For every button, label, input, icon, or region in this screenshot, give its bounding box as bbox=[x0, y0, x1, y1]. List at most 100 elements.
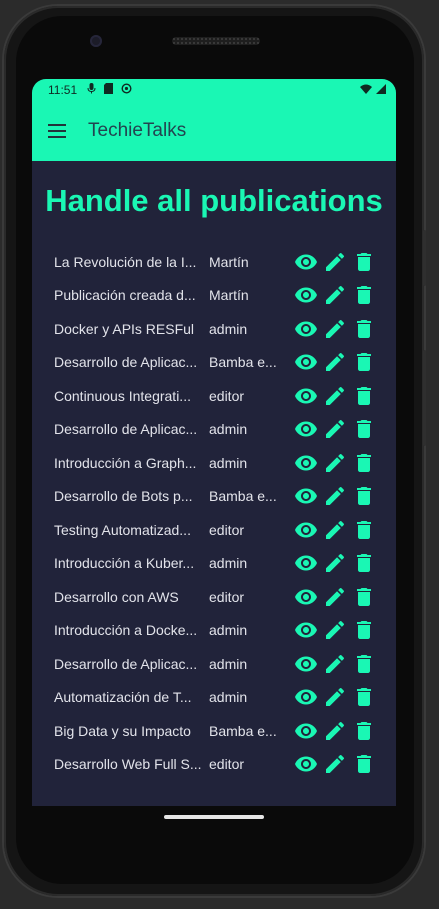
row-actions bbox=[294, 752, 376, 776]
table-row: Desarrollo de Aplicac... admin bbox=[54, 413, 396, 447]
publication-title: Big Data y su Impacto bbox=[54, 722, 191, 739]
mic-icon bbox=[87, 83, 96, 97]
eye-icon[interactable] bbox=[294, 384, 318, 408]
status-right bbox=[360, 83, 386, 97]
publication-title: La Revolución de la I... bbox=[54, 253, 197, 270]
table-row: Publicación creada d... Martín bbox=[54, 279, 396, 313]
eye-icon[interactable] bbox=[294, 417, 318, 441]
eye-icon[interactable] bbox=[294, 518, 318, 542]
publication-title: Desarrollo de Aplicac... bbox=[54, 354, 198, 371]
trash-icon[interactable] bbox=[352, 518, 376, 542]
pencil-icon[interactable] bbox=[323, 518, 347, 542]
pencil-icon[interactable] bbox=[323, 719, 347, 743]
trash-icon[interactable] bbox=[352, 350, 376, 374]
power-button bbox=[423, 350, 426, 446]
eye-icon[interactable] bbox=[294, 451, 318, 475]
trash-icon[interactable] bbox=[352, 250, 376, 274]
table-row: Introducción a Graph... admin bbox=[54, 446, 396, 480]
table-row: Automatización de T... admin bbox=[54, 681, 396, 715]
row-actions bbox=[294, 618, 376, 642]
eye-icon[interactable] bbox=[294, 350, 318, 374]
trash-icon[interactable] bbox=[352, 685, 376, 709]
pencil-icon[interactable] bbox=[323, 652, 347, 676]
app-bar: TechieTalks bbox=[32, 101, 396, 161]
publication-title: Introducción a Kuber... bbox=[54, 555, 195, 572]
publication-author: admin bbox=[209, 655, 248, 672]
pencil-icon[interactable] bbox=[323, 451, 347, 475]
pencil-icon[interactable] bbox=[323, 417, 347, 441]
trash-icon[interactable] bbox=[352, 384, 376, 408]
eye-icon[interactable] bbox=[294, 752, 318, 776]
pencil-icon[interactable] bbox=[323, 618, 347, 642]
table-row: Desarrollo Web Full S... editor bbox=[54, 748, 396, 782]
pencil-icon[interactable] bbox=[323, 585, 347, 609]
publication-title: Testing Automatizad... bbox=[54, 521, 191, 538]
publication-author: Bamba e... bbox=[209, 488, 277, 505]
pencil-icon[interactable] bbox=[323, 384, 347, 408]
publication-title: Desarrollo de Aplicac... bbox=[54, 655, 198, 672]
table-row: Introducción a Kuber... admin bbox=[54, 547, 396, 581]
publication-author: editor bbox=[209, 588, 245, 605]
publication-author: Bamba e... bbox=[209, 722, 277, 739]
trash-icon[interactable] bbox=[352, 652, 376, 676]
trash-icon[interactable] bbox=[352, 451, 376, 475]
pencil-icon[interactable] bbox=[323, 350, 347, 374]
app-title: TechieTalks bbox=[88, 120, 187, 141]
sd-card-icon bbox=[104, 83, 114, 97]
table-row: Desarrollo de Aplicac... Bamba e... bbox=[54, 346, 396, 380]
page-title: Handle all publications bbox=[45, 183, 383, 218]
publication-author: admin bbox=[209, 320, 248, 337]
row-actions bbox=[294, 451, 376, 475]
row-actions bbox=[294, 685, 376, 709]
publication-title: Introducción a Docke... bbox=[54, 622, 198, 639]
publication-author: editor bbox=[209, 756, 245, 773]
eye-icon[interactable] bbox=[294, 250, 318, 274]
table-row: Big Data y su Impacto Bamba e... bbox=[54, 714, 396, 748]
pencil-icon[interactable] bbox=[323, 317, 347, 341]
row-actions bbox=[294, 317, 376, 341]
trash-icon[interactable] bbox=[352, 618, 376, 642]
eye-icon[interactable] bbox=[294, 618, 318, 642]
home-indicator[interactable] bbox=[164, 815, 264, 819]
trash-icon[interactable] bbox=[352, 484, 376, 508]
publication-title: Introducción a Graph... bbox=[54, 454, 197, 471]
wifi-icon bbox=[360, 83, 372, 97]
status-bar: 11:51 bbox=[32, 79, 396, 101]
eye-icon[interactable] bbox=[294, 585, 318, 609]
pencil-icon[interactable] bbox=[323, 551, 347, 575]
publication-author: admin bbox=[209, 622, 248, 639]
pencil-icon[interactable] bbox=[323, 752, 347, 776]
eye-icon[interactable] bbox=[294, 719, 318, 743]
trash-icon[interactable] bbox=[352, 317, 376, 341]
table-row: La Revolución de la I... Martín bbox=[54, 245, 396, 279]
row-actions bbox=[294, 585, 376, 609]
eye-icon[interactable] bbox=[294, 283, 318, 307]
hamburger-menu-icon[interactable] bbox=[48, 124, 68, 138]
eye-icon[interactable] bbox=[294, 484, 318, 508]
trash-icon[interactable] bbox=[352, 417, 376, 441]
trash-icon[interactable] bbox=[352, 283, 376, 307]
publication-author: admin bbox=[209, 421, 248, 438]
eye-icon[interactable] bbox=[294, 551, 318, 575]
earpiece-speaker bbox=[172, 37, 260, 45]
pencil-icon[interactable] bbox=[323, 484, 347, 508]
eye-icon[interactable] bbox=[294, 317, 318, 341]
row-actions bbox=[294, 283, 376, 307]
publication-title: Continuous Integrati... bbox=[54, 387, 191, 404]
trash-icon[interactable] bbox=[352, 585, 376, 609]
trash-icon[interactable] bbox=[352, 752, 376, 776]
eye-icon[interactable] bbox=[294, 685, 318, 709]
publication-title: Desarrollo con AWS bbox=[54, 588, 179, 605]
volume-button bbox=[423, 230, 426, 286]
pencil-icon[interactable] bbox=[323, 250, 347, 274]
pencil-icon[interactable] bbox=[323, 283, 347, 307]
table-row: Continuous Integrati... editor bbox=[54, 379, 396, 413]
trash-icon[interactable] bbox=[352, 551, 376, 575]
pencil-icon[interactable] bbox=[323, 685, 347, 709]
table-row: Testing Automatizad... editor bbox=[54, 513, 396, 547]
sync-icon bbox=[121, 83, 132, 97]
publication-author: editor bbox=[209, 521, 245, 538]
trash-icon[interactable] bbox=[352, 719, 376, 743]
eye-icon[interactable] bbox=[294, 652, 318, 676]
publication-title: Desarrollo Web Full S... bbox=[54, 756, 202, 773]
